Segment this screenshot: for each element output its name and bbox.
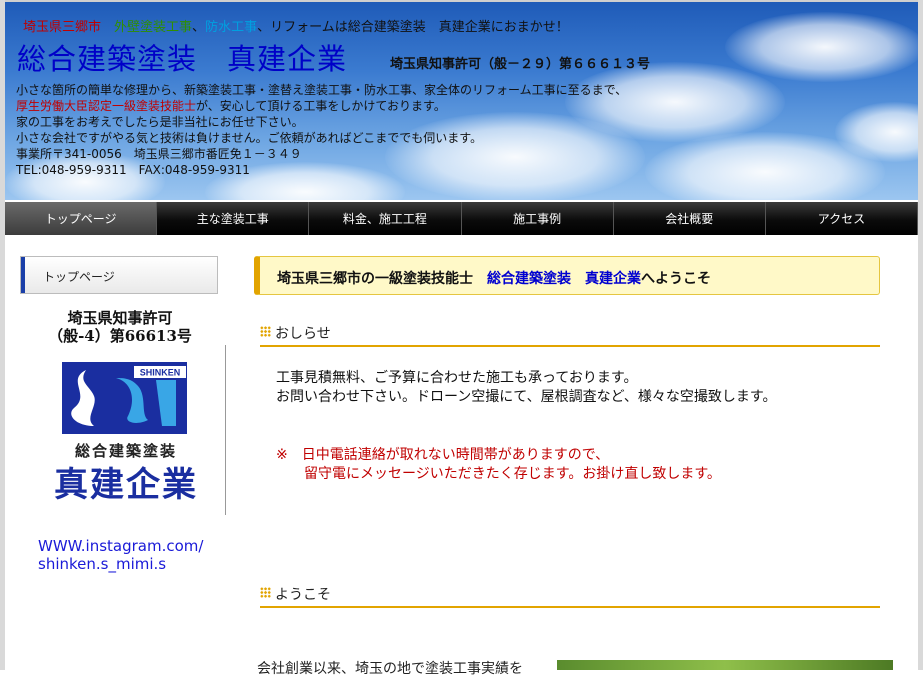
main-nav: トップページ 主な塗装工事 料金、施工工程 施工事例 会社概要 アクセス	[5, 202, 919, 235]
company-history-text: 会社創業以来、埼玉の地で塗装工事実績を	[257, 661, 523, 677]
phone-warning: ※ 日中電話連絡が取れない時間帯がありますので、 留守電にメッセージいただきたく…	[276, 446, 721, 484]
logo-brand-text: SHINKEN	[140, 368, 181, 378]
company-logo: SHINKEN 総合建築塗装 真建企業	[54, 362, 198, 505]
sidebar-item-top-page[interactable]: トップページ	[20, 256, 218, 294]
intro-line-1: 小さな箇所の簡単な修理から、新築塗装工事・塗替え塗装工事・防水工事、家全体のリフ…	[16, 83, 628, 97]
sidebar-accent-bar	[21, 257, 25, 293]
site-title[interactable]: 総合建築塗装 真建企業	[17, 36, 347, 78]
instagram-link[interactable]: WWW.instagram.com/ shinken.s_mimi.s	[38, 537, 203, 573]
notice-line-1: 工事見積無料、ご予算に合わせた施工も承っております。	[276, 370, 638, 386]
notice-line-2: お問い合わせ下さい。ドローン空撮にて、屋根調査など、様々な空撮致します。	[276, 389, 777, 405]
instagram-link-line-2: shinken.s_mimi.s	[38, 555, 167, 573]
nav-pricing[interactable]: 料金、施工工程	[309, 202, 462, 235]
intro-line-4: 小さな会社ですがやる気と技術は負けません。ご依頼があればどこまででも伺います。	[16, 131, 483, 145]
sidebar-item-label: トップページ	[43, 270, 115, 284]
welcome-banner: 埼玉県三郷市の一級塗装技能士 総合建築塗装 真建企業へようこそ	[254, 256, 880, 295]
company-photo	[557, 660, 893, 670]
news-notice: 工事見積無料、ご予算に合わせた施工も承っております。 お問い合わせ下さい。ドロー…	[276, 369, 777, 407]
site-header: 埼玉県三郷市 外壁塗装工事、防水工事、リフォームは総合建築塗装 真建企業におまか…	[5, 2, 918, 200]
news-heading-label: おしらせ	[275, 326, 331, 342]
header-license: 埼玉県知事許可（般－２９）第６６６１３号	[390, 57, 651, 72]
nav-access[interactable]: アクセス	[765, 202, 919, 235]
logo-subtitle: 総合建築塗装	[75, 442, 177, 460]
nav-company[interactable]: 会社概要	[613, 202, 766, 235]
instagram-link-line-1: WWW.instagram.com/	[38, 537, 204, 555]
logo-name: 真建企業	[54, 465, 198, 505]
tagline-rest: 、リフォームは総合建築塗装 真建企業におまかせ！	[257, 20, 569, 35]
heading-dots-icon	[260, 587, 271, 598]
sidebar-license-line-1: 埼玉県知事許可	[67, 309, 173, 327]
intro-line-3: 家の工事をお考えでしたら是非当社にお任せ下さい。	[16, 115, 304, 129]
welcome-heading-label: ようこそ	[275, 587, 331, 603]
warning-line-1: ※ 日中電話連絡が取れない時間帯がありますので、	[276, 447, 610, 463]
heading-dots-icon	[260, 326, 271, 337]
tagline-exterior-link[interactable]: 外壁塗装工事	[114, 20, 192, 35]
window-frame-right	[918, 0, 923, 670]
sidebar-license: 埼玉県知事許可 （般-4）第66613号	[20, 309, 220, 345]
sidebar-divider	[225, 345, 226, 515]
intro-line-2-rest: が、安心して頂ける工事をしかけております。	[196, 99, 446, 113]
welcome-company: 総合建築塗装 真建企業	[487, 271, 641, 287]
welcome-prefix: 埼玉県三郷市の一級塗装技能士	[277, 271, 487, 287]
tagline-location: 埼玉県三郷市	[23, 20, 102, 35]
nav-top-page[interactable]: トップページ	[5, 202, 158, 235]
tagline-waterproof-link[interactable]: 防水工事	[205, 20, 257, 35]
header-intro: 小さな箇所の簡単な修理から、新築塗装工事・塗替え塗装工事・防水工事、家全体のリフ…	[16, 82, 627, 178]
warning-line-2: 留守電にメッセージいただきたく存じます。お掛け直し致します。	[276, 466, 721, 482]
nav-case-studies[interactable]: 施工事例	[461, 202, 614, 235]
intro-phone: TEL:048-959-9311 FAX:048-959-9311	[16, 163, 250, 177]
header-tagline: 埼玉県三郷市 外壁塗装工事、防水工事、リフォームは総合建築塗装 真建企業におまか…	[23, 20, 569, 35]
intro-line-2: 厚生労働大臣認定一級塗装技能士が、安心して頂ける工事をしかけております。	[16, 98, 627, 114]
cloud-decoration	[725, 12, 918, 82]
news-section-heading: おしらせ	[260, 323, 880, 347]
sidebar-license-line-2: （般-4）第66613号	[48, 327, 192, 345]
intro-certified-text: 厚生労働大臣認定一級塗装技能士	[16, 99, 197, 113]
welcome-section-heading: ようこそ	[260, 584, 880, 608]
nav-painting-works[interactable]: 主な塗装工事	[157, 202, 310, 235]
welcome-suffix: へようこそ	[641, 271, 711, 287]
intro-address: 事業所〒341-0056 埼玉県三郷市番匠免１－３４９	[16, 147, 302, 161]
welcome-text: 埼玉県三郷市の一級塗装技能士 総合建築塗装 真建企業へようこそ	[277, 268, 711, 288]
